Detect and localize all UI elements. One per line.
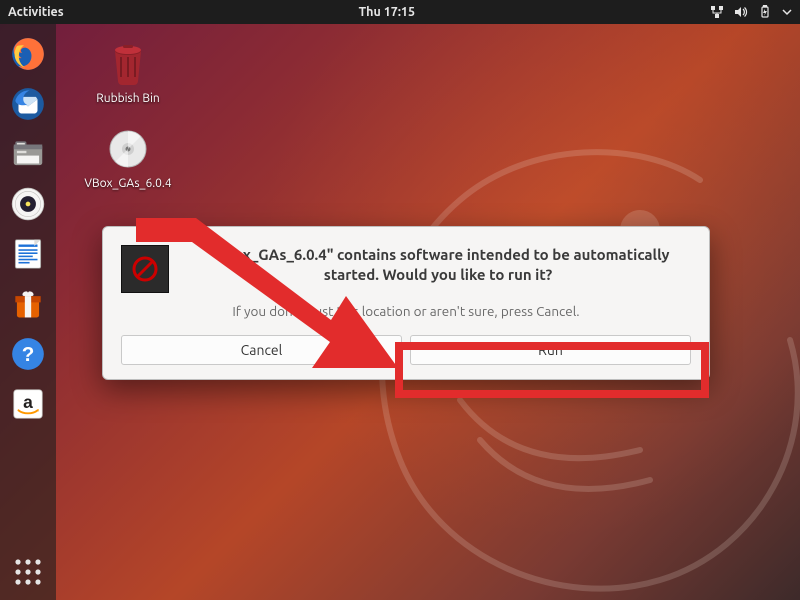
battery-icon[interactable] [758, 5, 772, 19]
desktop-icon-label: VBox_GAs_6.0.4 [84, 177, 171, 190]
desktop-icon-vbox-disc[interactable]: VBox_GAs_6.0.4 [88, 125, 168, 190]
trash-icon [106, 40, 150, 88]
svg-text:a: a [23, 392, 33, 412]
disc-icon [106, 125, 150, 173]
dock-app-thunderbird[interactable] [6, 82, 50, 126]
launcher-dock: ? a [0, 24, 56, 600]
dock-app-rhythmbox[interactable] [6, 182, 50, 226]
clock[interactable]: Thu 17:15 [64, 5, 710, 19]
desktop-icon-trash[interactable]: Rubbish Bin [88, 40, 168, 105]
chevron-down-icon[interactable] [782, 7, 792, 17]
show-applications-button[interactable] [6, 550, 50, 594]
dock-app-amazon[interactable]: a [6, 382, 50, 426]
desktop-icons-area: Rubbish Bin VBox_GAs_6.0.4 [88, 40, 168, 210]
network-icon[interactable] [710, 5, 724, 19]
autorun-blocked-icon [121, 245, 169, 293]
dialog-subtext: If you don't trust this location or aren… [121, 303, 691, 319]
system-status-area[interactable] [710, 5, 792, 19]
svg-text:?: ? [22, 343, 35, 366]
autorun-dialog: "VBox_GAs_6.0.4" contains software inten… [102, 226, 710, 380]
dock-app-help[interactable]: ? [6, 332, 50, 376]
run-button[interactable]: Run [410, 335, 691, 365]
activities-button[interactable]: Activities [8, 5, 64, 19]
dock-app-writer[interactable] [6, 232, 50, 276]
volume-icon[interactable] [734, 5, 748, 19]
dock-app-firefox[interactable] [6, 32, 50, 76]
dock-app-software[interactable] [6, 282, 50, 326]
desktop-icon-label: Rubbish Bin [96, 92, 159, 105]
dock-app-files[interactable] [6, 132, 50, 176]
dialog-headline: "VBox_GAs_6.0.4" contains software inten… [185, 245, 691, 286]
top-bar: Activities Thu 17:15 [0, 0, 800, 24]
cancel-button[interactable]: Cancel [121, 335, 402, 365]
